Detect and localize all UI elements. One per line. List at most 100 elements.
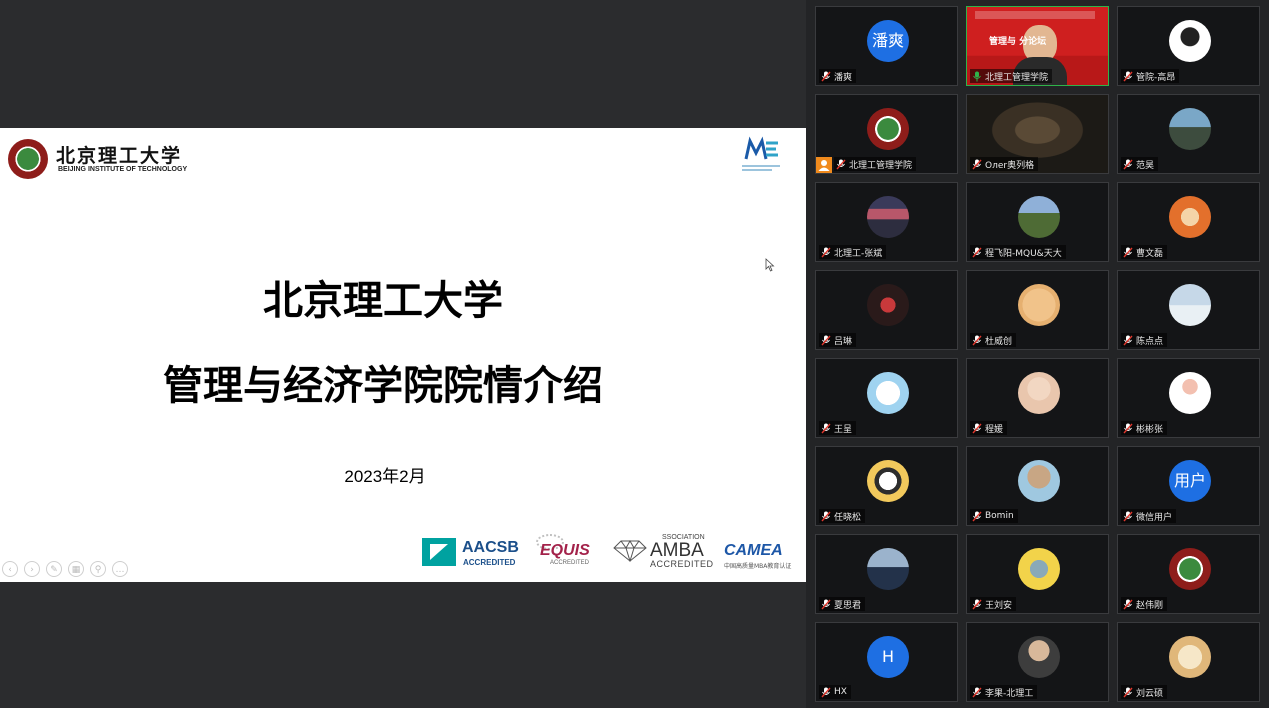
participant-name: 程飞阳-MQU&天大 xyxy=(985,248,1062,259)
avatar xyxy=(1169,372,1211,414)
avatar xyxy=(1018,372,1060,414)
participant-nameplate: 王刘安 xyxy=(970,597,1017,611)
participant-name: 潘爽 xyxy=(834,72,853,83)
previous-slide-icon[interactable]: ‹ xyxy=(2,561,18,577)
microphone-muted-icon xyxy=(821,599,831,610)
participant-tile[interactable]: 北理工管理学院 xyxy=(815,94,958,174)
participant-tile[interactable]: 范昊 xyxy=(1117,94,1260,174)
microphone-muted-icon xyxy=(1123,335,1133,346)
avatar xyxy=(1169,548,1211,590)
amba-sublabel: ACCREDITED xyxy=(650,559,714,569)
participant-name: 李果-北理工 xyxy=(985,688,1034,699)
microphone-on-icon xyxy=(972,71,982,82)
participant-tile[interactable]: 李果-北理工 xyxy=(966,622,1109,702)
participant-tile[interactable]: 用户 微信用户 xyxy=(1117,446,1260,526)
avatar xyxy=(867,460,909,502)
participant-tile[interactable]: 程媛 xyxy=(966,358,1109,438)
participant-name: 北理工管理学院 xyxy=(985,72,1049,83)
participant-name: 微信用户 xyxy=(1136,512,1173,523)
microphone-muted-icon xyxy=(821,247,831,258)
participant-tile[interactable]: 程飞阳-MQU&天大 xyxy=(966,182,1109,262)
pen-icon[interactable]: ✎ xyxy=(46,561,62,577)
zoom-icon[interactable]: ⚲ xyxy=(90,561,106,577)
participant-name: 赵伟刚 xyxy=(1136,600,1164,611)
participant-nameplate: 吕琳 xyxy=(819,333,857,347)
participant-tile[interactable]: H HX xyxy=(815,622,958,702)
participant-nameplate: 潘爽 xyxy=(819,69,857,83)
participant-tile[interactable]: 王呈 xyxy=(815,358,958,438)
shared-screen: 北京理工大学 BEIJING INSTITUTE OF TECHNOLOGY 北… xyxy=(0,0,806,708)
slide-date: 2023年2月 xyxy=(344,467,426,486)
participant-name: 彬彬张 xyxy=(1136,424,1164,435)
avatar: 潘爽 xyxy=(867,20,909,62)
avatar xyxy=(1169,108,1211,150)
participant-name: 北理工-张斌 xyxy=(834,248,883,259)
participant-name: 刘云硕 xyxy=(1136,688,1164,699)
participant-tile[interactable]: 王刘安 xyxy=(966,534,1109,614)
slideshow-controls: ‹ › ✎ ▦ ⚲ … xyxy=(2,561,128,579)
microphone-muted-icon xyxy=(821,423,831,434)
microphone-muted-icon xyxy=(1123,159,1133,170)
participant-nameplate: 管院-高昂 xyxy=(1121,69,1180,83)
participant-tile[interactable]: 管理与 分论坛 北理工管理学院 xyxy=(966,6,1109,86)
microphone-muted-icon xyxy=(821,687,831,698)
participant-tile[interactable]: 潘爽 潘爽 xyxy=(815,6,958,86)
avatar xyxy=(1169,20,1211,62)
participant-tile[interactable]: Oлer奥列格 xyxy=(966,94,1109,174)
slides-overview-icon[interactable]: ▦ xyxy=(68,561,84,577)
avatar xyxy=(867,548,909,590)
microphone-muted-icon xyxy=(836,159,846,170)
bit-logo: 北京理工大学 BEIJING INSTITUTE OF TECHNOLOGY xyxy=(8,139,198,179)
avatar xyxy=(1018,196,1060,238)
participant-tile[interactable]: 赵伟刚 xyxy=(1117,534,1260,614)
amba-logo: SSOCIATION AMBA ACCREDITED xyxy=(612,534,714,570)
microphone-muted-icon xyxy=(1123,71,1133,82)
slide-subtitle: 管理与经济学院院情介绍 xyxy=(163,363,603,409)
avatar xyxy=(867,196,909,238)
participant-tile[interactable]: 刘云硕 xyxy=(1117,622,1260,702)
camea-logo: CAMEA 中国高质量MBA教育认证 xyxy=(722,534,804,570)
camea-sublabel: 中国高质量MBA教育认证 xyxy=(724,563,792,570)
microphone-muted-icon xyxy=(1123,511,1133,522)
participant-tile[interactable]: 彬彬张 xyxy=(1117,358,1260,438)
participant-name: 曹文磊 xyxy=(1136,248,1164,259)
microphone-muted-icon xyxy=(972,159,982,170)
participant-name: 王刘安 xyxy=(985,600,1013,611)
participant-tile[interactable]: Bomin xyxy=(966,446,1109,526)
participant-nameplate: 程媛 xyxy=(970,421,1008,435)
participant-name: Bomin xyxy=(985,511,1014,521)
participant-tile[interactable]: 曹文磊 xyxy=(1117,182,1260,262)
microphone-muted-icon xyxy=(1123,247,1133,258)
university-name-cn: 北京理工大学 xyxy=(56,145,183,167)
participant-nameplate: Bomin xyxy=(970,509,1018,523)
microphone-muted-icon xyxy=(972,599,982,610)
participant-name: 杜威创 xyxy=(985,336,1013,347)
participant-nameplate: 王呈 xyxy=(819,421,857,435)
microphone-muted-icon xyxy=(972,687,982,698)
participant-tile[interactable]: 任晓松 xyxy=(815,446,958,526)
participant-name: 管院-高昂 xyxy=(1136,72,1176,83)
participant-tile[interactable]: 夏思君 xyxy=(815,534,958,614)
participant-tile[interactable]: 管院-高昂 xyxy=(1117,6,1260,86)
participant-name: 北理工管理学院 xyxy=(849,160,913,171)
participant-nameplate: 北理工管理学院 xyxy=(834,157,917,171)
participant-tile[interactable]: 杜威创 xyxy=(966,270,1109,350)
avatar xyxy=(1169,284,1211,326)
next-slide-icon[interactable]: › xyxy=(24,561,40,577)
participant-nameplate: 任晓松 xyxy=(819,509,866,523)
camea-label: CAMEA xyxy=(724,542,783,559)
equis-label: EQUIS xyxy=(540,542,590,559)
participant-tile[interactable]: 吕琳 xyxy=(815,270,958,350)
host-icon xyxy=(816,157,832,173)
avatar xyxy=(1169,196,1211,238)
microphone-muted-icon xyxy=(972,423,982,434)
participant-nameplate: 北理工-张斌 xyxy=(819,245,887,259)
avatar xyxy=(1018,460,1060,502)
participant-name: 任晓松 xyxy=(834,512,862,523)
participant-nameplate: 曹文磊 xyxy=(1121,245,1168,259)
more-options-icon[interactable]: … xyxy=(112,561,128,577)
participant-tile[interactable]: 北理工-张斌 xyxy=(815,182,958,262)
presentation-slide: 北京理工大学 BEIJING INSTITUTE OF TECHNOLOGY 北… xyxy=(0,128,806,582)
slide-title: 北京理工大学 xyxy=(263,278,503,324)
participant-tile[interactable]: 陈点点 xyxy=(1117,270,1260,350)
